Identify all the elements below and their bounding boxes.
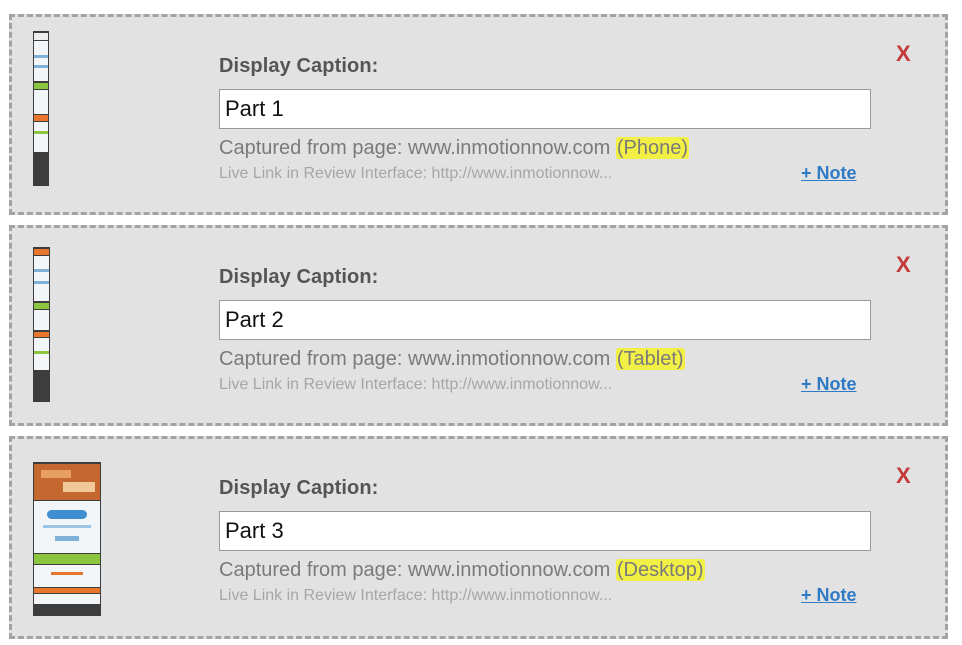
display-caption-input[interactable] <box>219 300 871 340</box>
captured-from-url: Captured from page: www.inmotionnow.com <box>219 559 616 581</box>
remove-capture-button[interactable]: X <box>896 41 911 67</box>
display-caption-input[interactable] <box>219 511 871 551</box>
remove-capture-button[interactable]: X <box>896 252 911 278</box>
display-caption-label: Display Caption: <box>219 55 379 77</box>
display-caption-input[interactable] <box>219 89 871 129</box>
tablet-page-thumbnail <box>33 247 50 402</box>
captured-from-text: Captured from page: www.inmotionnow.com … <box>219 559 705 582</box>
add-note-link[interactable]: + Note <box>801 374 857 395</box>
captured-from-text: Captured from page: www.inmotionnow.com … <box>219 137 690 160</box>
display-caption-label: Display Caption: <box>219 477 379 499</box>
capture-card-tablet: Display Caption: Captured from page: www… <box>9 225 948 426</box>
add-note-link[interactable]: + Note <box>801 163 857 184</box>
captured-pages-list: Display Caption: Captured from page: www… <box>0 0 962 645</box>
live-link-text: Live Link in Review Interface: http://ww… <box>219 587 613 604</box>
device-tag-tablet: (Tablet) <box>615 348 685 370</box>
device-tag-desktop: (Desktop) <box>615 559 705 581</box>
capture-card-phone: Display Caption: Captured from page: www… <box>9 14 948 215</box>
remove-capture-button[interactable]: X <box>896 463 911 489</box>
captured-from-text: Captured from page: www.inmotionnow.com … <box>219 348 685 371</box>
add-note-link[interactable]: + Note <box>801 585 857 606</box>
captured-from-url: Captured from page: www.inmotionnow.com <box>219 348 616 370</box>
phone-page-thumbnail <box>33 31 49 186</box>
desktop-page-thumbnail <box>33 462 101 616</box>
live-link-text: Live Link in Review Interface: http://ww… <box>219 376 613 393</box>
capture-card-desktop: Display Caption: Captured from page: www… <box>9 436 948 639</box>
display-caption-label: Display Caption: <box>219 266 379 288</box>
captured-from-url: Captured from page: www.inmotionnow.com <box>219 137 616 159</box>
device-tag-phone: (Phone) <box>615 137 690 159</box>
live-link-text: Live Link in Review Interface: http://ww… <box>219 165 613 182</box>
